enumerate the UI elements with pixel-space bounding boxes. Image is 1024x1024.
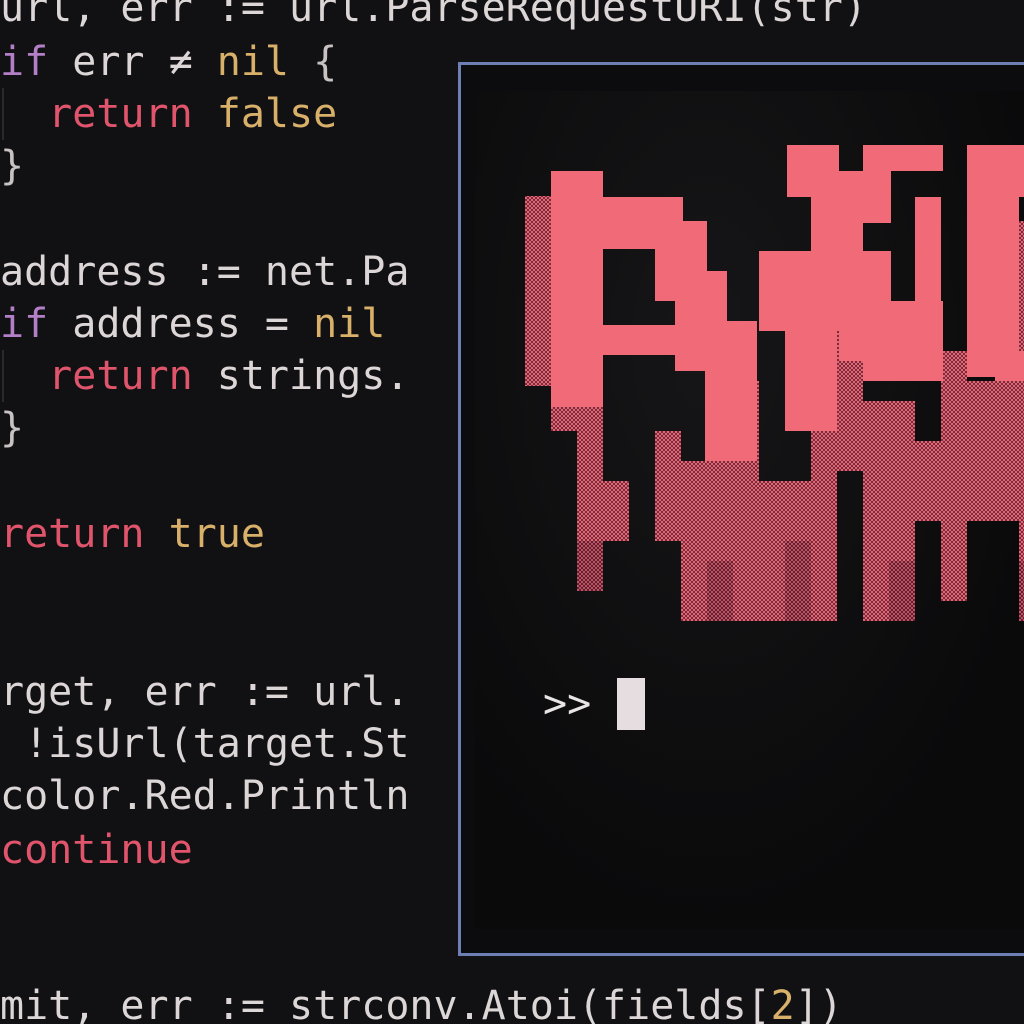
terminal-prompt[interactable]: >> [543, 676, 646, 732]
code-line: !isUrl(target.St [0, 718, 409, 770]
code-token: url, err := url.ParseRequestURI(str) [0, 0, 867, 31]
code-token: address = [48, 301, 314, 347]
code-token: nil [313, 301, 386, 347]
code-line: if address = nil [0, 298, 385, 350]
code-token: strings. [192, 353, 410, 399]
terminal-body: >> [475, 91, 1024, 929]
code-line: } [0, 140, 24, 192]
code-token: return [0, 91, 193, 137]
code-token: false [192, 91, 338, 137]
prompt-symbol: >> [543, 681, 592, 727]
code-token: !isUrl(target.St [0, 721, 410, 767]
code-token: if [0, 39, 49, 85]
code-token: color.Red.Println [0, 773, 410, 819]
code-line: return strings. [0, 350, 409, 402]
code-line: continue [0, 824, 193, 876]
code-token: err ≠ [48, 39, 217, 85]
code-token: } [0, 405, 25, 451]
code-token: continue [0, 827, 193, 873]
code-token: return [0, 511, 145, 557]
code-token: } [0, 143, 25, 189]
code-token: 2 [770, 983, 795, 1024]
code-token: address := net.Pa [0, 249, 410, 295]
code-token: if [0, 301, 49, 347]
code-line: url, err := url.ParseRequestURI(str) [0, 0, 867, 34]
code-line: if err ≠ nil { [0, 36, 337, 88]
code-token: true [144, 511, 265, 557]
text-cursor [617, 678, 646, 730]
code-line: return false [0, 88, 337, 140]
code-line: return true [0, 508, 265, 560]
code-line: rget, err := url. [0, 666, 409, 718]
code-token: rget, err := url. [0, 669, 410, 715]
terminal-popup[interactable]: >> [458, 62, 1024, 956]
code-token: mit, err := strconv.Atoi(fields[ [0, 983, 771, 1024]
code-token: { [289, 39, 338, 85]
code-line: } [0, 402, 24, 454]
code-line: address := net.Pa [0, 246, 409, 298]
code-line: color.Red.Println [0, 770, 409, 822]
code-token: ]) [794, 983, 843, 1024]
code-token: return [0, 353, 193, 399]
ascii-art-banner [525, 145, 1024, 621]
code-token: nil [216, 39, 289, 85]
code-line: mit, err := strconv.Atoi(fields[2]) [0, 980, 843, 1024]
